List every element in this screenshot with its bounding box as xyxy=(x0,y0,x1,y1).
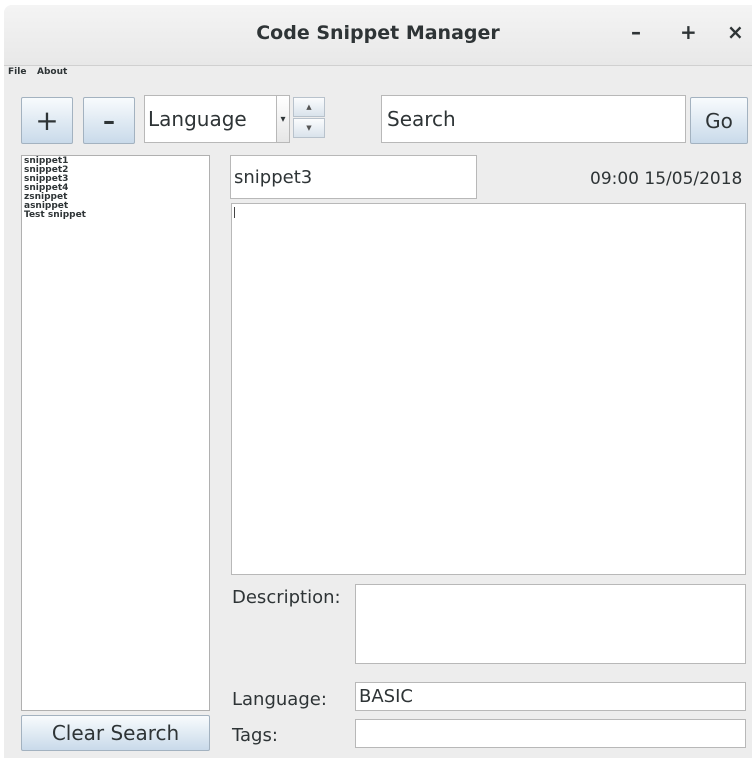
language-label: Language: xyxy=(232,689,327,710)
menu-file[interactable]: File xyxy=(8,67,26,77)
language-value: BASIC xyxy=(359,686,413,707)
clear-search-button[interactable]: Clear Search xyxy=(21,715,210,751)
menu-bar: File About xyxy=(4,66,752,80)
snippet-list[interactable]: snippet1 snippet2 snippet3 snippet4 zsni… xyxy=(21,155,210,711)
text-cursor xyxy=(234,207,235,218)
list-item[interactable]: Test snippet xyxy=(24,211,207,220)
description-field[interactable] xyxy=(355,584,746,664)
search-input-text: Search xyxy=(387,107,456,131)
spinner-up-icon[interactable]: ▲ xyxy=(293,97,325,117)
tags-label: Tags: xyxy=(232,725,278,746)
close-button[interactable]: × xyxy=(727,19,744,45)
title-bar: Code Snippet Manager – + × xyxy=(4,5,752,66)
app-window: Code Snippet Manager – + × File About + … xyxy=(4,5,752,758)
remove-snippet-button[interactable]: – xyxy=(83,97,135,144)
add-snippet-button[interactable]: + xyxy=(21,97,73,144)
spinner-down-icon[interactable]: ▼ xyxy=(293,118,325,138)
language-field[interactable]: BASIC xyxy=(355,682,746,711)
language-combo-value: Language xyxy=(148,107,247,131)
minimize-button[interactable]: – xyxy=(631,19,641,45)
tags-field[interactable] xyxy=(355,719,746,748)
code-editor[interactable] xyxy=(231,203,746,575)
snippet-name-value: snippet3 xyxy=(234,167,313,188)
language-combo[interactable]: Language xyxy=(144,95,277,143)
maximize-button[interactable]: + xyxy=(680,19,697,45)
snippet-timestamp: 09:00 15/05/2018 xyxy=(590,169,743,189)
menu-about[interactable]: About xyxy=(37,67,67,77)
go-button[interactable]: Go xyxy=(690,97,748,144)
dropdown-arrow-icon[interactable]: ▾ xyxy=(276,95,290,143)
description-label: Description: xyxy=(232,587,341,608)
search-input[interactable]: Search xyxy=(381,95,686,143)
snippet-name-field[interactable]: snippet3 xyxy=(230,155,477,199)
